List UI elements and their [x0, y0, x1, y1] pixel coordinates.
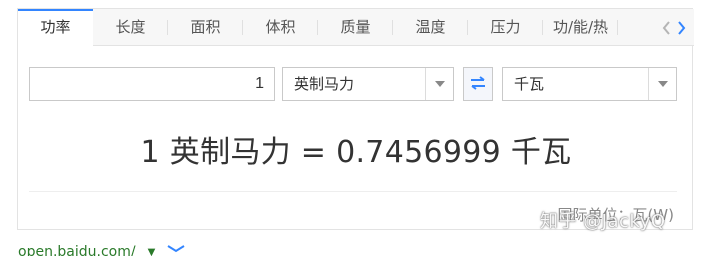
- tab-area[interactable]: 面积: [168, 9, 243, 46]
- unit-converter-card: 功率 长度 面积 体积 质量 温度 压力 功/能/热 1 英制马力 千瓦 1 英…: [17, 8, 694, 230]
- source-url-link[interactable]: open.baidu.com/: [18, 244, 136, 256]
- conversion-result: 1 英制马力 = 0.7456999 千瓦: [140, 135, 572, 170]
- from-unit-label: 英制马力: [294, 75, 355, 93]
- swap-units-button[interactable]: [463, 67, 493, 101]
- tab-pressure[interactable]: 压力: [468, 9, 543, 46]
- category-tabs: 功率 长度 面积 体积 质量 温度 压力 功/能/热: [18, 9, 694, 47]
- watermark: 知乎 @JackyQ: [540, 211, 666, 232]
- tab-work-energy-heat[interactable]: 功/能/热: [543, 9, 618, 46]
- tab-power[interactable]: 功率: [18, 9, 93, 47]
- value-input[interactable]: 1: [29, 67, 275, 101]
- chevron-down-icon[interactable]: [425, 68, 453, 100]
- tab-mass[interactable]: 质量: [318, 9, 393, 46]
- tab-pager: [654, 9, 694, 46]
- caret-down-icon[interactable]: ▼: [148, 247, 156, 256]
- feedback-icon[interactable]: [167, 244, 185, 256]
- chevron-right-icon[interactable]: [677, 20, 686, 35]
- tab-length[interactable]: 长度: [93, 9, 168, 46]
- tab-temperature[interactable]: 温度: [393, 9, 468, 46]
- chevron-left-icon[interactable]: [662, 20, 671, 35]
- result-source-footer: open.baidu.com/ ▼: [18, 244, 185, 256]
- from-unit-select[interactable]: 英制马力: [282, 67, 454, 101]
- to-unit-select[interactable]: 千瓦: [502, 67, 677, 101]
- chevron-down-icon[interactable]: [648, 68, 676, 100]
- converter-row: 1 英制马力 千瓦: [29, 67, 677, 101]
- swap-arrows-icon: [470, 75, 486, 94]
- to-unit-label: 千瓦: [514, 75, 545, 93]
- tab-volume[interactable]: 体积: [243, 9, 318, 46]
- divider: [29, 191, 677, 192]
